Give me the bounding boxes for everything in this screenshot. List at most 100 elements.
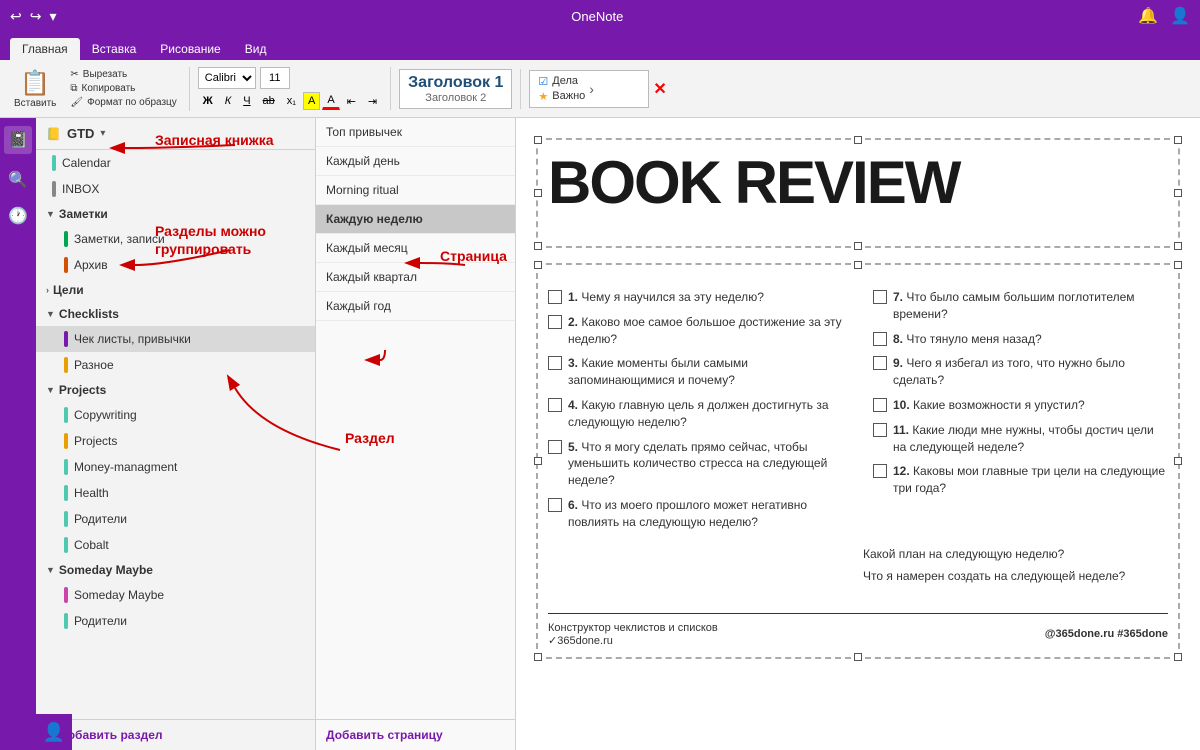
tab-home[interactable]: Главная [10, 38, 80, 60]
handle-tr [1174, 261, 1182, 269]
handle-br [1174, 242, 1182, 250]
handle-bm [854, 653, 862, 661]
sidebar-group-goals[interactable]: › Цели [36, 278, 315, 302]
sidebar-item-health[interactable]: Health [36, 480, 315, 506]
user-avatar[interactable]: 👤 [36, 714, 72, 750]
add-section-button[interactable]: + Добавить раздел [36, 719, 315, 750]
sidebar-item-projects[interactable]: Projects [36, 428, 315, 454]
page-title-text: BOOK REVIEW [548, 150, 1168, 216]
format-buttons-row: Ж К Ч ab x₁ A A ⇤ ⇥ [198, 92, 382, 110]
tab-draw[interactable]: Рисование [148, 38, 232, 60]
sidebar-item-misc[interactable]: Разное [36, 352, 315, 378]
check-item-12: 12. Каковы мои главные три цели на следу… [873, 459, 1168, 501]
page-item-every-month[interactable]: Каждый месяц [316, 234, 515, 263]
notebook-header[interactable]: 📒 GTD ▾ [36, 118, 315, 150]
checkbox-1[interactable] [548, 290, 562, 304]
sidebar-item-cobalt[interactable]: Cobalt [36, 532, 315, 558]
bold-button[interactable]: Ж [198, 92, 218, 110]
indent-left-button[interactable]: ⇤ [342, 92, 361, 110]
add-page-button[interactable]: Добавить страницу [316, 719, 515, 750]
font-color-button[interactable]: A [322, 92, 339, 110]
sidebar-item-parents2[interactable]: Родители [36, 608, 315, 634]
checkbox-4[interactable] [548, 398, 562, 412]
format-painter-button[interactable]: 🖌 Формат по образцу [66, 96, 180, 109]
highlight-button[interactable]: A [303, 92, 320, 110]
extra-text-1: Какой план на следующую неделю? [863, 547, 1168, 561]
page-item-every-week[interactable]: Каждую неделю [316, 205, 515, 234]
sidebar-item-archive[interactable]: Архив [36, 252, 315, 278]
cut-button[interactable]: ✂ Вырезать [66, 68, 180, 81]
notebook-name: GTD [67, 126, 94, 141]
undo-button[interactable]: ↩ [10, 8, 22, 25]
close-button[interactable]: ✕ [653, 79, 666, 99]
page-item-top-habits[interactable]: Топ привычек [316, 118, 515, 147]
redo-button[interactable]: ↪ [30, 8, 42, 25]
checklist-container: 1. Чему я научился за эту неделю? 2. Как… [536, 263, 1180, 659]
check-item-8: 8. Что тянуло меня назад? [873, 327, 1168, 352]
indent-right-button[interactable]: ⇥ [363, 92, 382, 110]
italic-button[interactable]: К [220, 92, 236, 110]
checkbox-7[interactable] [873, 290, 887, 304]
section-color-bar [64, 613, 68, 629]
tasks-dropdown[interactable]: ☑ Дела ★ Важно › [529, 70, 649, 108]
page-item-every-year[interactable]: Каждый год [316, 292, 515, 321]
font-size-input[interactable] [260, 67, 290, 89]
search-icon[interactable]: 🔍 [8, 170, 28, 190]
page-item-every-quarter[interactable]: Каждый квартал [316, 263, 515, 292]
sidebar-item-copywriting[interactable]: Copywriting [36, 402, 315, 428]
dropdown-button[interactable]: ▾ [49, 8, 56, 25]
checkbox-9[interactable] [873, 356, 887, 370]
paste-group: 📋 Вставить ✂ Вырезать ⧉ Копировать 🖌 Фор… [8, 67, 190, 111]
user-icon[interactable]: 👤 [1170, 6, 1190, 26]
check-item-5: 5. Что я могу сделать прямо сейчас, чтоб… [548, 435, 843, 493]
edit-buttons: ✂ Вырезать ⧉ Копировать 🖌 Формат по обра… [66, 68, 180, 109]
handle-mr [1174, 189, 1182, 197]
paste-button[interactable]: 📋 Вставить [8, 67, 62, 111]
sidebar-group-projects[interactable]: ▼ Projects [36, 378, 315, 402]
heading1-button[interactable]: Заголовок 1 Заголовок 2 [399, 69, 512, 109]
checkbox-6[interactable] [548, 498, 562, 512]
left-icon-strip: 📓 🔍 🕐 [0, 118, 36, 750]
page-item-every-day[interactable]: Каждый день [316, 147, 515, 176]
title-bar: ↩ ↪ ▾ OneNote 🔔 👤 [0, 0, 1200, 32]
sidebar-group-checklists[interactable]: ▼ Checklists [36, 302, 315, 326]
tab-view[interactable]: Вид [233, 38, 279, 60]
underline-button[interactable]: Ч [238, 92, 255, 110]
checkbox-8[interactable] [873, 332, 887, 346]
history-icon[interactable]: 🕐 [8, 206, 28, 226]
notify-icon[interactable]: 🔔 [1138, 6, 1158, 26]
sidebar-item-parents1[interactable]: Родители [36, 506, 315, 532]
checkbox-3[interactable] [548, 356, 562, 370]
checkbox-5[interactable] [548, 440, 562, 454]
page-item-morning-ritual[interactable]: Morning ritual [316, 176, 515, 205]
sidebar-item-inbox[interactable]: INBOX [36, 176, 315, 202]
tab-insert[interactable]: Вставка [80, 38, 149, 60]
section-color-bar [64, 485, 68, 501]
extra-left [548, 547, 853, 583]
sidebar-item-someday[interactable]: Someday Maybe [36, 582, 315, 608]
copy-button[interactable]: ⧉ Копировать [66, 82, 180, 95]
subscript-button[interactable]: x₁ [282, 92, 301, 110]
tasks-item-2: ★ Важно [538, 90, 585, 103]
sidebar-item-notes[interactable]: Заметки, записи [36, 226, 315, 252]
app-title: OneNote [571, 9, 623, 24]
sidebar-group-notes[interactable]: ▼ Заметки [36, 202, 315, 226]
chevron-down-icon: ▼ [46, 565, 55, 575]
checkbox-11[interactable] [873, 423, 887, 437]
sidebar-item-calendar[interactable]: Calendar [36, 150, 315, 176]
notebooks-icon[interactable]: 📓 [4, 126, 32, 154]
checkbox-12[interactable] [873, 464, 887, 478]
title-bar-right: 🔔 👤 [1138, 6, 1190, 26]
strikethrough-button[interactable]: ab [258, 92, 280, 110]
chevron-down-icon: ▼ [46, 309, 55, 319]
tasks-item-1: ☑ Дела [538, 75, 585, 88]
sidebar-item-checklists[interactable]: Чек листы, привычки [36, 326, 315, 352]
checkbox-10[interactable] [873, 398, 887, 412]
tasks-arrow-button[interactable]: › [589, 81, 594, 97]
checkbox-2[interactable] [548, 315, 562, 329]
font-family-select[interactable]: Calibri [198, 67, 256, 89]
check-item-9: 9. Чего я избегал из того, что нужно был… [873, 351, 1168, 393]
sidebar-group-someday[interactable]: ▼ Someday Maybe [36, 558, 315, 582]
heading2-label: Заголовок 2 [408, 92, 503, 104]
sidebar-item-money[interactable]: Money-managment [36, 454, 315, 480]
